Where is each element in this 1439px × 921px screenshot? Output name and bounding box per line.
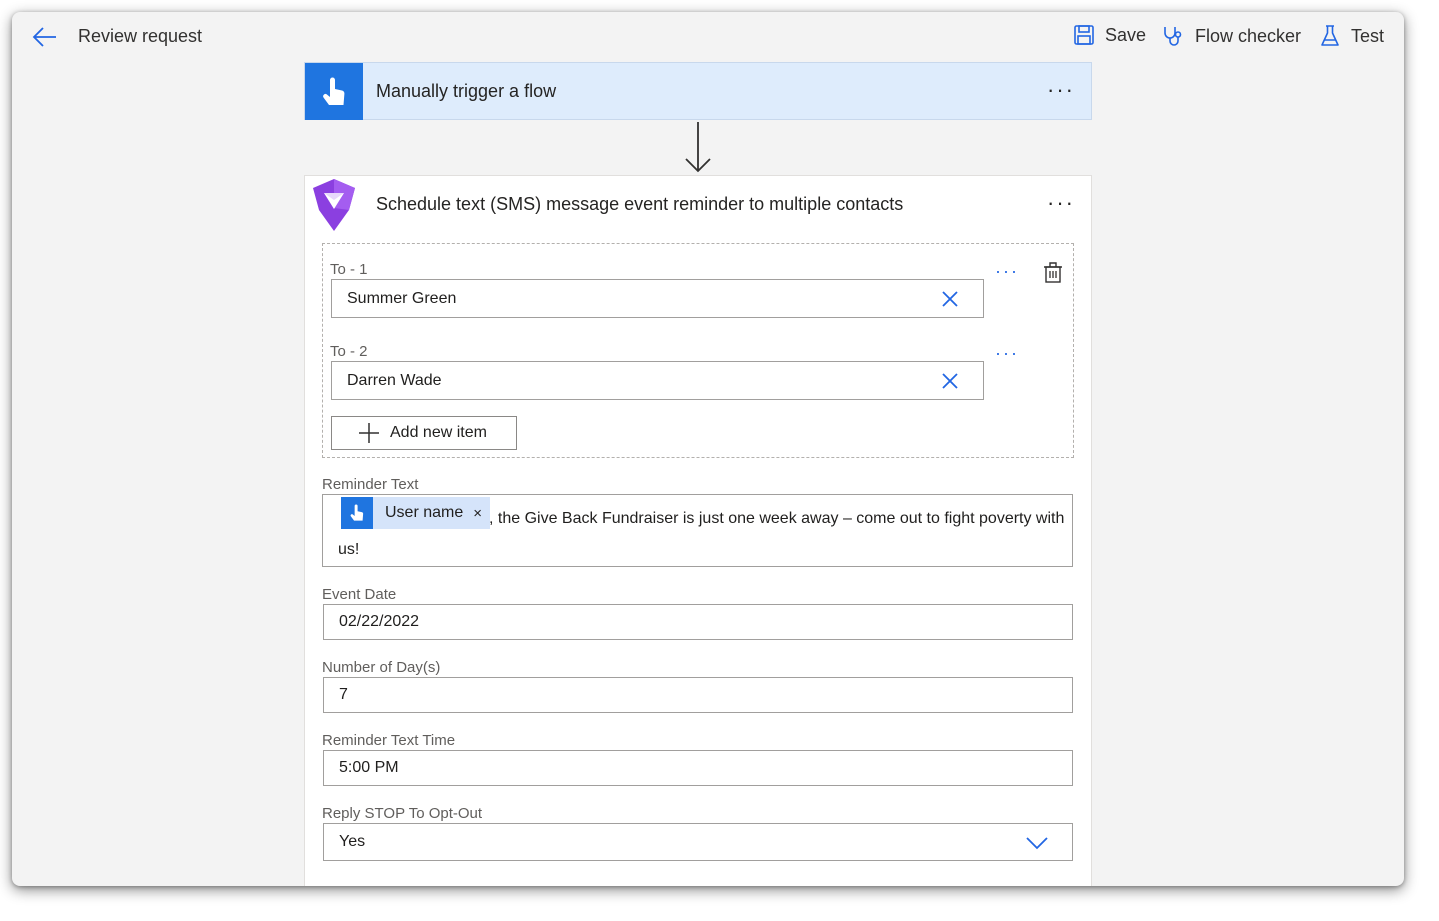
reply-stop-dropdown[interactable]: Yes [323, 823, 1073, 861]
save-label: Save [1105, 24, 1147, 45]
token-label: User name [385, 504, 464, 521]
number-of-days-input[interactable]: 7 [323, 677, 1073, 713]
reminder-text-label: Reminder Text [322, 476, 419, 493]
beaker-icon [1321, 25, 1339, 46]
stethoscope-icon [1164, 27, 1182, 46]
plus-icon [359, 423, 379, 443]
trigger-more-button[interactable]: ··· [1047, 79, 1075, 101]
event-date-value: 02/22/2022 [339, 613, 420, 630]
to-2-more-button[interactable]: ··· [995, 344, 1019, 362]
add-new-item-label: Add new item [390, 424, 487, 441]
reply-stop-label: Reply STOP To Opt-Out [322, 805, 483, 822]
to-2-label: To - 2 [330, 343, 368, 360]
user-name-token[interactable]: User name × [341, 497, 491, 529]
reminder-time-input[interactable]: 5:00 PM [323, 750, 1073, 786]
header-bar: Review request Save Flow checker Test [12, 12, 1404, 62]
token-remove-icon[interactable]: × [473, 505, 490, 522]
flow-checker-label: Flow checker [1195, 25, 1302, 46]
number-of-days-label: Number of Day(s) [322, 659, 441, 676]
touch-icon [341, 497, 373, 529]
number-of-days-value: 7 [339, 686, 348, 703]
event-date-input[interactable]: 02/22/2022 [323, 604, 1073, 640]
test-label: Test [1351, 25, 1385, 46]
flow-checker-button[interactable]: Flow checker [1161, 24, 1301, 48]
page-title: Review request [78, 26, 203, 46]
reminder-text-line1: , the Give Back Fundraiser is just one w… [489, 510, 1065, 527]
clear-icon[interactable] [941, 290, 959, 308]
to-1-more-button[interactable]: ··· [995, 262, 1019, 280]
connector-arrow-icon [685, 122, 711, 173]
reminder-text-line2: us! [338, 541, 360, 558]
trigger-card[interactable]: Manually trigger a flow ··· [304, 62, 1092, 120]
save-icon [1074, 25, 1094, 45]
to-1-input[interactable]: Summer Green [331, 279, 984, 318]
touch-icon [305, 63, 363, 120]
reminder-time-value: 5:00 PM [339, 759, 399, 776]
chevron-down-icon[interactable] [1026, 836, 1048, 850]
to-1-label: To - 1 [330, 261, 368, 278]
reminder-time-label: Reminder Text Time [322, 732, 456, 749]
trigger-title: Manually trigger a flow [376, 81, 557, 101]
test-button[interactable]: Test [1319, 24, 1384, 48]
clear-icon[interactable] [941, 372, 959, 390]
copy-delete-icon[interactable] [1041, 260, 1065, 284]
to-2-value: Darren Wade [347, 371, 442, 389]
reminder-text-input[interactable]: User name × , the Give Back Fundraiser i… [322, 494, 1073, 567]
to-array-group: To - 1 Summer Green ··· To - 2 Darren Wa… [322, 243, 1074, 458]
designer-window: Review request Save Flow checker Test Ma… [12, 12, 1404, 886]
action-card: Schedule text (SMS) message event remind… [304, 175, 1092, 886]
sms-connector-logo-icon [313, 179, 355, 231]
arrow-left-icon[interactable] [32, 24, 58, 50]
action-title: Schedule text (SMS) message event remind… [376, 194, 904, 214]
to-1-value: Summer Green [347, 289, 457, 307]
reply-stop-value: Yes [339, 833, 366, 850]
to-2-input[interactable]: Darren Wade [331, 361, 984, 400]
save-button[interactable]: Save [1073, 24, 1146, 46]
event-date-label: Event Date [322, 586, 397, 603]
action-more-button[interactable]: ··· [1047, 192, 1075, 214]
add-new-item-button[interactable]: Add new item [331, 416, 517, 450]
